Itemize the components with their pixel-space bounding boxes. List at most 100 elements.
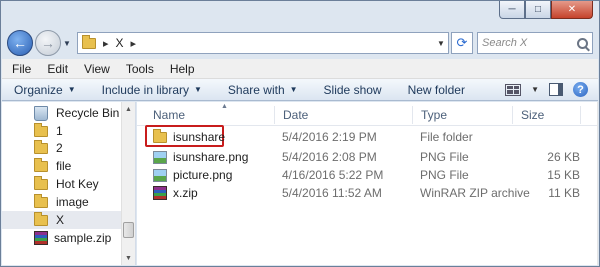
column-header-row: ▲ Name Date Type Size: [137, 102, 598, 126]
menu-view[interactable]: View: [84, 62, 110, 76]
breadcrumb-separator[interactable]: ▸: [103, 37, 109, 50]
search-box[interactable]: Search X: [477, 32, 593, 54]
file-type: PNG File: [420, 168, 469, 182]
maximize-button[interactable]: □: [525, 1, 551, 19]
file-pane-edge: [597, 102, 598, 265]
nav-item-x[interactable]: X: [2, 211, 122, 229]
file-size: 11 KB: [548, 186, 580, 200]
menu-help[interactable]: Help: [170, 62, 195, 76]
menu-tools[interactable]: Tools: [126, 62, 154, 76]
address-bar[interactable]: ▸ X ▸ ▼: [77, 32, 449, 54]
menu-bar: File Edit View Tools Help: [2, 59, 598, 79]
scroll-down-icon[interactable]: ▼: [122, 251, 135, 265]
file-row-isunshare[interactable]: isunshare 5/4/2016 2:19 PM File folder: [137, 128, 598, 146]
file-type: File folder: [420, 130, 473, 144]
nav-item-label: image: [56, 195, 89, 209]
scroll-up-icon[interactable]: ▲: [122, 102, 135, 116]
recent-pages-dropdown[interactable]: ▼: [61, 39, 73, 48]
address-dropdown-icon[interactable]: ▼: [434, 39, 448, 48]
folder-icon: [34, 211, 48, 226]
breadcrumb-separator[interactable]: ▸: [131, 37, 137, 50]
search-input[interactable]: Search X: [482, 37, 577, 49]
nav-item-label: file: [56, 159, 72, 173]
file-name-cell: x.zip: [153, 184, 198, 202]
command-bar: Organize ▼ Include in library ▼ Share with…: [2, 79, 598, 101]
organize-label: Organize: [14, 82, 63, 97]
file-row-x-zip[interactable]: x.zip 5/4/2016 11:52 AM WinRAR ZIP archi…: [137, 184, 598, 202]
file-size: [520, 128, 580, 146]
chevron-down-icon: ▼: [194, 85, 202, 94]
file-name: isunshare: [173, 130, 226, 144]
organize-button[interactable]: Organize ▼: [14, 83, 76, 97]
nav-item-label: Recycle Bin: [56, 106, 120, 120]
search-icon[interactable]: [577, 37, 588, 49]
column-header-name-label: Name: [153, 108, 186, 122]
nav-item-label: Hot Key: [56, 177, 99, 191]
share-with-button[interactable]: Share with ▼: [228, 83, 298, 97]
zip-icon: [153, 186, 167, 200]
explorer-window: ─ □ ✕ ← → ▼ ▸ X ▸ ▼ ⟳ Search X File Edit…: [0, 0, 600, 267]
image-file-icon: [153, 150, 167, 164]
chevron-down-icon: ▼: [67, 85, 76, 94]
column-header-size[interactable]: Size: [513, 106, 581, 124]
file-size: 26 KB: [547, 150, 580, 164]
folder-icon: [34, 175, 48, 190]
nav-item-sample-zip[interactable]: sample.zip: [2, 229, 122, 247]
chevron-down-icon: ▼: [289, 85, 298, 94]
nav-item-2[interactable]: 2: [2, 139, 122, 157]
file-name-cell: picture.png: [153, 166, 232, 184]
folder-icon: [34, 139, 48, 154]
include-in-library-label: Include in library: [101, 82, 189, 97]
close-button[interactable]: ✕: [551, 1, 593, 19]
views-icon[interactable]: [505, 83, 522, 96]
menu-file[interactable]: File: [12, 62, 31, 76]
refresh-button[interactable]: ⟳: [451, 32, 473, 54]
new-folder-button[interactable]: New folder: [408, 83, 465, 97]
file-list-pane: ▲ Name Date Type Size isunshare 5/4/2016…: [137, 102, 598, 265]
breadcrumb-x[interactable]: X: [116, 36, 124, 50]
file-type: PNG File: [420, 150, 469, 164]
nav-item-1[interactable]: 1: [2, 122, 122, 140]
file-date: 4/16/2016 5:22 PM: [282, 168, 384, 182]
nav-item-image[interactable]: image: [2, 193, 122, 211]
recycle-bin-icon: [34, 105, 48, 121]
minimize-button[interactable]: ─: [499, 1, 525, 19]
nav-scrollbar[interactable]: ▲ ▼: [121, 102, 135, 265]
share-with-label: Share with: [227, 82, 285, 97]
file-name: isunshare.png: [173, 150, 249, 164]
file-date: 5/4/2016 2:19 PM: [282, 130, 377, 144]
nav-item-label: sample.zip: [54, 231, 112, 245]
file-row-picture-png[interactable]: picture.png 4/16/2016 5:22 PM PNG File 1…: [137, 166, 598, 184]
zip-icon: [34, 231, 48, 245]
command-bar-right: ▼ ?: [505, 82, 598, 97]
file-date: 5/4/2016 2:08 PM: [282, 150, 377, 164]
nav-item-file[interactable]: file: [2, 157, 122, 175]
menu-edit[interactable]: Edit: [47, 62, 68, 76]
slide-show-button[interactable]: Slide show: [324, 83, 382, 97]
folder-icon: [34, 157, 48, 172]
forward-button[interactable]: →: [35, 30, 61, 56]
image-file-icon: [153, 168, 167, 182]
nav-item-recycle-bin[interactable]: Recycle Bin: [2, 104, 122, 122]
file-size: 15 KB: [547, 168, 580, 182]
column-header-name[interactable]: ▲ Name: [145, 103, 275, 124]
file-date: 5/4/2016 11:52 AM: [282, 186, 382, 200]
nav-item-label: 2: [56, 141, 63, 155]
file-name: picture.png: [173, 168, 233, 182]
views-dropdown-icon[interactable]: ▼: [531, 85, 539, 94]
file-name: x.zip: [173, 186, 198, 200]
scrollbar-thumb[interactable]: [123, 222, 134, 238]
back-button[interactable]: ←: [7, 30, 33, 56]
nav-item-hot-key[interactable]: Hot Key: [2, 175, 122, 193]
column-header-date[interactable]: Date: [275, 106, 413, 124]
file-type: WinRAR ZIP archive: [420, 186, 530, 200]
address-row: ← → ▼ ▸ X ▸ ▼ ⟳ Search X: [7, 29, 593, 57]
file-row-isunshare-png[interactable]: isunshare.png 5/4/2016 2:08 PM PNG File …: [137, 148, 598, 166]
column-header-type[interactable]: Type: [413, 106, 513, 124]
folder-icon: [34, 122, 48, 137]
sort-caret-icon: ▲: [221, 103, 228, 110]
help-icon[interactable]: ?: [573, 82, 588, 97]
preview-pane-icon[interactable]: [549, 83, 563, 96]
nav-item-label: 1: [56, 124, 63, 138]
include-in-library-button[interactable]: Include in library ▼: [102, 83, 202, 97]
